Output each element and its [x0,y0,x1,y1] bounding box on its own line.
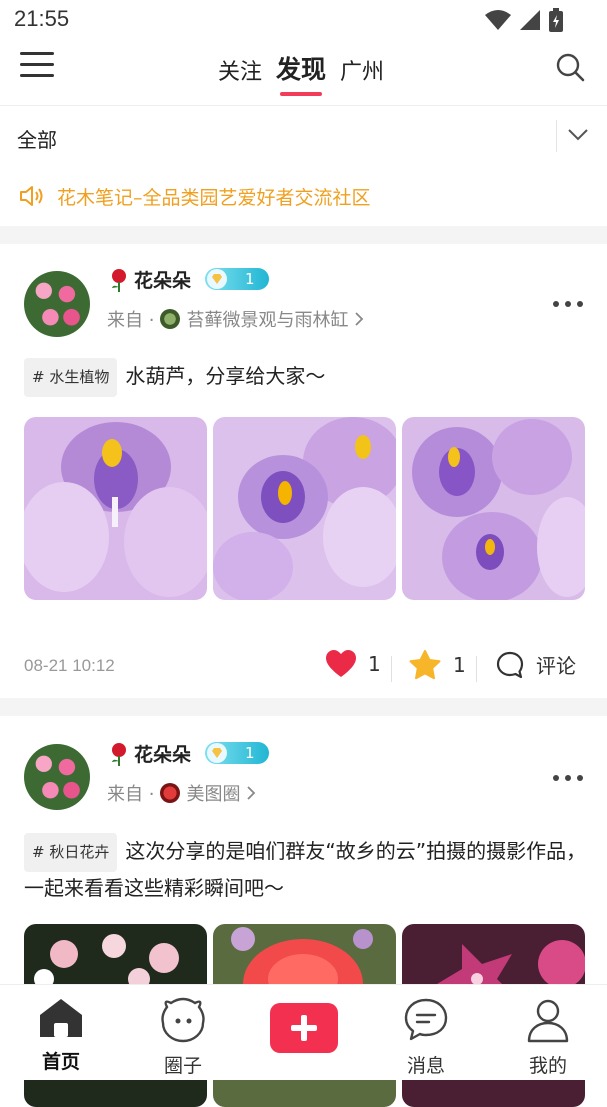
circle-avatar [160,783,181,803]
chevron-right-icon [355,312,364,326]
rose-icon [112,742,126,766]
photo-grid [24,417,585,600]
heart-icon [326,650,356,677]
nav-label: 我的 [528,1055,567,1077]
message-icon [404,998,448,1041]
avatar[interactable] [24,744,90,810]
battery-icon [549,8,563,32]
feed-tabs: 关注 发现 广州 [218,50,384,96]
nav-label: 首页 [41,1051,80,1073]
level-badge: 1 [205,742,269,764]
category-filter[interactable]: 全部 [0,105,607,166]
post-photo[interactable] [213,417,396,600]
bottom-nav: 首页 圈子 消息 我的 [0,984,607,1080]
nav-label: 圈子 [163,1055,202,1077]
comment-icon [496,651,524,678]
announcement-text: 花木笔记–全品类园艺爱好者交流社区 [57,187,371,209]
username-text: 花朵朵 [134,744,192,766]
from-prefix: 来自 · [107,784,155,805]
comment-button[interactable]: 评论 [496,650,576,679]
comment-label: 评论 [536,654,576,678]
status-time: 21:55 [14,6,70,31]
diamond-icon [207,269,227,289]
post-source[interactable]: 来自 · 美图圈 [107,780,256,806]
post-content[interactable]: # 水生植物 水葫芦，分享给大家～ [24,358,589,397]
nav-home[interactable]: 首页 [11,997,111,1074]
nav-label: 消息 [406,1055,445,1077]
section-gap [0,226,607,244]
like-count: 1 [368,652,381,676]
favorite-count: 1 [453,653,466,677]
username-text: 花朵朵 [134,270,192,292]
status-bar: 21:55 [0,0,607,40]
username[interactable]: 花朵朵 [108,266,191,293]
wifi-icon [485,10,511,30]
search-icon[interactable] [555,52,585,82]
rose-icon [112,268,126,292]
more-options-icon[interactable] [553,301,583,307]
chevron-right-icon [247,786,256,800]
divider [391,656,392,682]
status-icons [485,8,563,32]
favorite-button[interactable]: 1 [409,650,466,680]
from-prefix: 来自 · [107,310,155,331]
circle-name: 苔藓微景观与雨林缸 [186,310,349,331]
level-number: 1 [245,744,255,762]
star-icon [409,650,441,680]
tab-discover[interactable]: 发现 [276,50,326,96]
menu-icon[interactable] [20,52,54,82]
avatar[interactable] [24,271,90,337]
tab-city[interactable]: 广州 [340,54,384,86]
post-content[interactable]: # 秋日花卉 这次分享的是咱们群友“故乡的云”拍摄的摄影作品，一起来看看这些精彩瞬… [24,833,589,905]
post-card[interactable]: 花朵朵 1 来自 · 苔藓微景观与雨林缸 # 水生植物 水葫芦，分享给大家～ 08… [0,244,607,694]
circle-face-icon [161,997,205,1043]
divider [476,656,477,682]
more-options-icon[interactable] [553,775,583,781]
circle-name: 美图圈 [186,784,241,805]
create-post-button[interactable] [270,1003,338,1053]
signal-icon [520,10,540,30]
divider [556,120,557,152]
nav-profile[interactable]: 我的 [498,997,598,1078]
topic-tag[interactable]: # 秋日花卉 [24,833,118,872]
plus-icon [291,1015,317,1041]
post-text: 水葫芦，分享给大家～ [125,364,326,388]
post-photo[interactable] [402,417,585,600]
profile-icon [527,999,569,1043]
level-badge: 1 [205,268,269,290]
post-meta: 08-21 10:12 1 1 评论 [0,646,607,686]
like-button[interactable]: 1 [326,650,381,678]
nav-messages[interactable]: 消息 [376,997,476,1078]
top-nav: 关注 发现 广州 [0,40,607,100]
username[interactable]: 花朵朵 [108,740,191,767]
post-photo[interactable] [24,417,207,600]
home-icon [40,999,82,1037]
announcement-bar[interactable]: 花木笔记–全品类园艺爱好者交流社区 [0,170,607,222]
post-card[interactable]: 花朵朵 1 来自 · 美图圈 # 秋日花卉 这次分享的是咱们群友“故乡的云”拍摄的… [0,716,607,1107]
topic-tag[interactable]: # 水生植物 [24,358,118,397]
level-number: 1 [245,270,255,288]
chevron-down-icon[interactable] [567,128,589,142]
post-source[interactable]: 来自 · 苔藓微景观与雨林缸 [107,306,364,332]
tab-following[interactable]: 关注 [218,54,262,86]
post-time: 08-21 10:12 [24,656,115,675]
diamond-icon [207,743,227,763]
nav-circles[interactable]: 圈子 [133,997,233,1078]
filter-label: 全部 [17,128,57,152]
speaker-icon [20,186,43,206]
circle-avatar [160,309,181,329]
section-gap [0,698,607,716]
